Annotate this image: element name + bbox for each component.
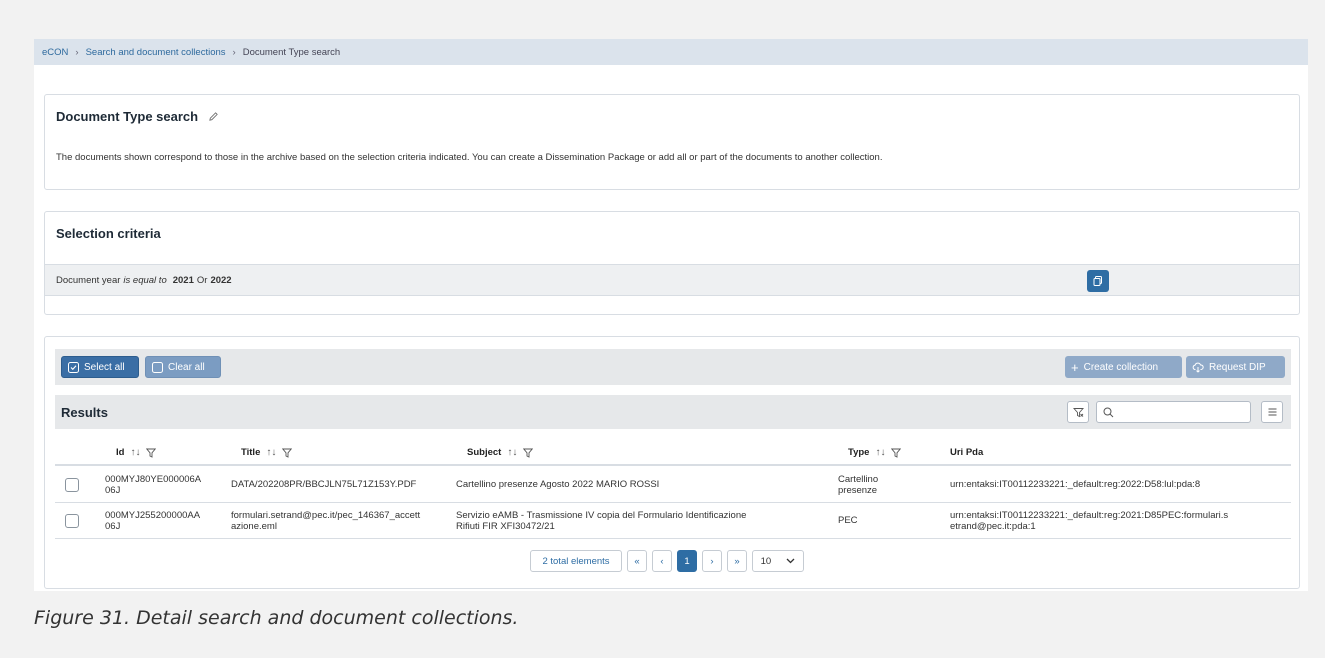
table-header-divider (55, 464, 1291, 466)
total-elements: 2 total elements (530, 550, 622, 572)
breadcrumb-root[interactable]: eCON (42, 47, 68, 58)
column-label-uri: Uri Pda (950, 447, 984, 458)
sort-icon[interactable]: ↑↓ (875, 447, 885, 458)
row-uri: urn:entaksi:IT00112233221:_default:reg:2… (950, 479, 1201, 490)
request-dip-button[interactable]: Request DIP (1186, 356, 1285, 378)
create-collection-label: Create collection (1083, 361, 1159, 373)
sort-icon[interactable]: ↑↓ (507, 447, 517, 458)
next-page-button[interactable]: › (702, 550, 722, 572)
column-header-subject[interactable]: Subject ↑↓ (467, 447, 534, 458)
clear-all-button[interactable]: Clear all (145, 356, 221, 378)
filter-icon[interactable] (523, 448, 534, 458)
first-page-button[interactable]: « (627, 550, 647, 572)
page-size-select[interactable]: 10 (752, 550, 804, 572)
page-size-value: 10 (760, 555, 772, 567)
results-card: Select all Clear all + Create collection… (44, 336, 1300, 589)
row-title: formulari.setrand@pec.it/pec_146367_acce… (231, 510, 421, 532)
table-row[interactable]: 000MYJ80YE000006A 06J DATA/202208PR/BBCJL… (55, 467, 1291, 503)
criteria-value-1: 2021 (172, 274, 194, 286)
copy-icon (1093, 276, 1102, 286)
chevron-down-icon (786, 558, 795, 564)
row-title: DATA/202208PR/BBCJLN75L71Z153Y.PDF (231, 479, 417, 490)
clear-filter-button[interactable] (1067, 401, 1089, 423)
criteria-connector: Or (196, 274, 208, 286)
pencil-icon[interactable] (208, 111, 219, 122)
search-info-card: Document Type search The documents shown… (44, 94, 1300, 190)
request-dip-label: Request DIP (1209, 361, 1266, 373)
criteria-row: Document year is equal to 2021 Or 2022 (45, 264, 1299, 296)
results-header: Results (55, 395, 1291, 429)
page-title: Document Type search (56, 109, 219, 124)
criteria-field: Document year (56, 274, 121, 286)
page-title-text: Document Type search (56, 109, 199, 124)
column-label-id: Id (116, 447, 125, 458)
row-subject: Cartellino presenze Agosto 2022 MARIO RO… (456, 479, 660, 490)
prev-page-button[interactable]: ‹ (652, 550, 672, 572)
search-icon (1103, 407, 1114, 417)
column-label-title: Title (241, 447, 261, 458)
results-toolbar: Select all Clear all + Create collection… (55, 349, 1291, 385)
column-header-id[interactable]: Id ↑↓ (116, 447, 157, 458)
checkbox-empty-icon (152, 361, 163, 373)
figure-caption: Figure 31. Detail search and document co… (34, 607, 519, 629)
cloud-download-icon (1192, 362, 1204, 373)
filter-icon[interactable] (891, 448, 902, 458)
column-label-type: Type (848, 447, 870, 458)
clear-all-label: Clear all (168, 361, 205, 373)
column-menu-button[interactable] (1261, 401, 1283, 423)
table-row[interactable]: 000MYJ255200000AA 06J formulari.setrand@p… (55, 503, 1291, 539)
row-subject: Servizio eAMB - Trasmissione IV copia de… (456, 510, 747, 532)
page-1-button[interactable]: 1 (677, 550, 697, 572)
filter-icon[interactable] (282, 448, 293, 458)
app-frame: eCON › Search and document collections ›… (34, 39, 1308, 591)
last-page-button[interactable]: » (727, 550, 747, 572)
criteria-operator: is equal to (123, 274, 167, 286)
column-label-subject: Subject (467, 447, 502, 458)
breadcrumb: eCON › Search and document collections ›… (34, 39, 1308, 65)
row-checkbox[interactable] (65, 514, 79, 528)
search-input[interactable] (1118, 403, 1243, 421)
breadcrumb-current: Document Type search (242, 46, 341, 58)
page-description: The documents shown correspond to those … (56, 152, 883, 163)
breadcrumb-search-collections[interactable]: Search and document collections (86, 47, 226, 58)
search-field[interactable] (1096, 401, 1251, 423)
select-all-label: Select all (84, 361, 125, 373)
row-uri: urn:entaksi:IT00112233221:_default:reg:2… (950, 510, 1229, 532)
copy-criteria-button[interactable] (1087, 270, 1109, 292)
column-header-type[interactable]: Type ↑↓ (848, 447, 902, 458)
criteria-value-2: 2022 (210, 274, 232, 286)
row-type: Cartellino presenze (838, 474, 879, 496)
sort-icon[interactable]: ↑↓ (130, 447, 140, 458)
selection-criteria-card: Selection criteria Document year is equa… (44, 211, 1300, 315)
filter-icon[interactable] (146, 448, 157, 458)
column-header-title[interactable]: Title ↑↓ (241, 447, 293, 458)
criteria-title: Selection criteria (56, 226, 161, 241)
sort-icon[interactable]: ↑↓ (266, 447, 276, 458)
row-id: 000MYJ255200000AA 06J (105, 510, 201, 532)
menu-icon (1268, 408, 1276, 416)
breadcrumb-separator: › (75, 46, 79, 58)
results-title: Results (61, 405, 108, 420)
column-header-uri: Uri Pda (950, 447, 983, 458)
create-collection-button[interactable]: + Create collection (1065, 356, 1182, 378)
row-type: PEC (838, 515, 858, 526)
row-id: 000MYJ80YE000006A 06J (105, 474, 202, 496)
filter-clear-icon (1072, 407, 1084, 417)
pagination: 2 total elements « ‹ 1 › » 10 (530, 550, 809, 572)
row-checkbox[interactable] (65, 478, 79, 492)
select-all-button[interactable]: Select all (61, 356, 139, 378)
plus-icon: + (1071, 359, 1079, 375)
checkbox-checked-icon (68, 361, 79, 373)
breadcrumb-separator: › (232, 46, 236, 58)
